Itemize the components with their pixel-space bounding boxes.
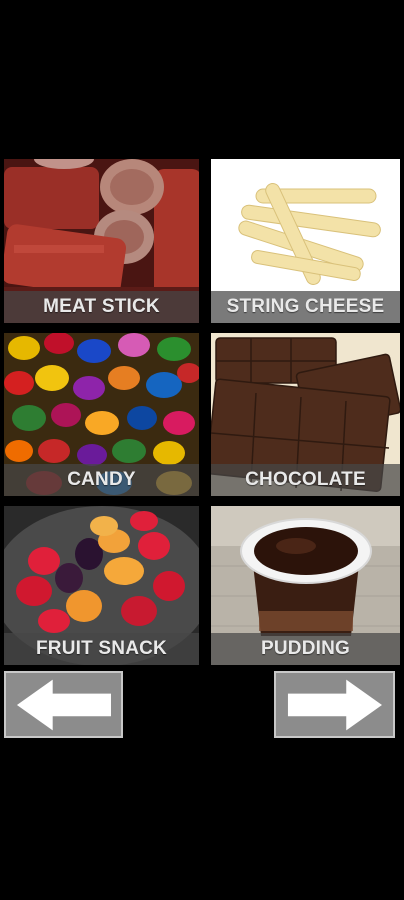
- tile-chocolate[interactable]: CHOCOLATE: [211, 333, 400, 496]
- tile-string-cheese[interactable]: STRING CHEESE: [211, 159, 400, 323]
- tile-fruit-snack[interactable]: FRUIT SNACK: [4, 506, 199, 665]
- tile-candy[interactable]: CANDY: [4, 333, 199, 496]
- tile-label: CHOCOLATE: [211, 464, 400, 496]
- right-arrow-icon: [287, 679, 382, 731]
- back-button[interactable]: [4, 671, 123, 738]
- tile-meat-stick[interactable]: MEAT STICK: [4, 159, 199, 323]
- tile-label: CANDY: [4, 464, 199, 496]
- tile-label: PUDDING: [211, 633, 400, 665]
- next-button[interactable]: [274, 671, 395, 738]
- tile-label: MEAT STICK: [4, 291, 199, 323]
- left-arrow-icon: [16, 679, 111, 731]
- tile-label: FRUIT SNACK: [4, 633, 199, 665]
- tile-pudding[interactable]: PUDDING: [211, 506, 400, 665]
- tile-label: STRING CHEESE: [211, 291, 400, 323]
